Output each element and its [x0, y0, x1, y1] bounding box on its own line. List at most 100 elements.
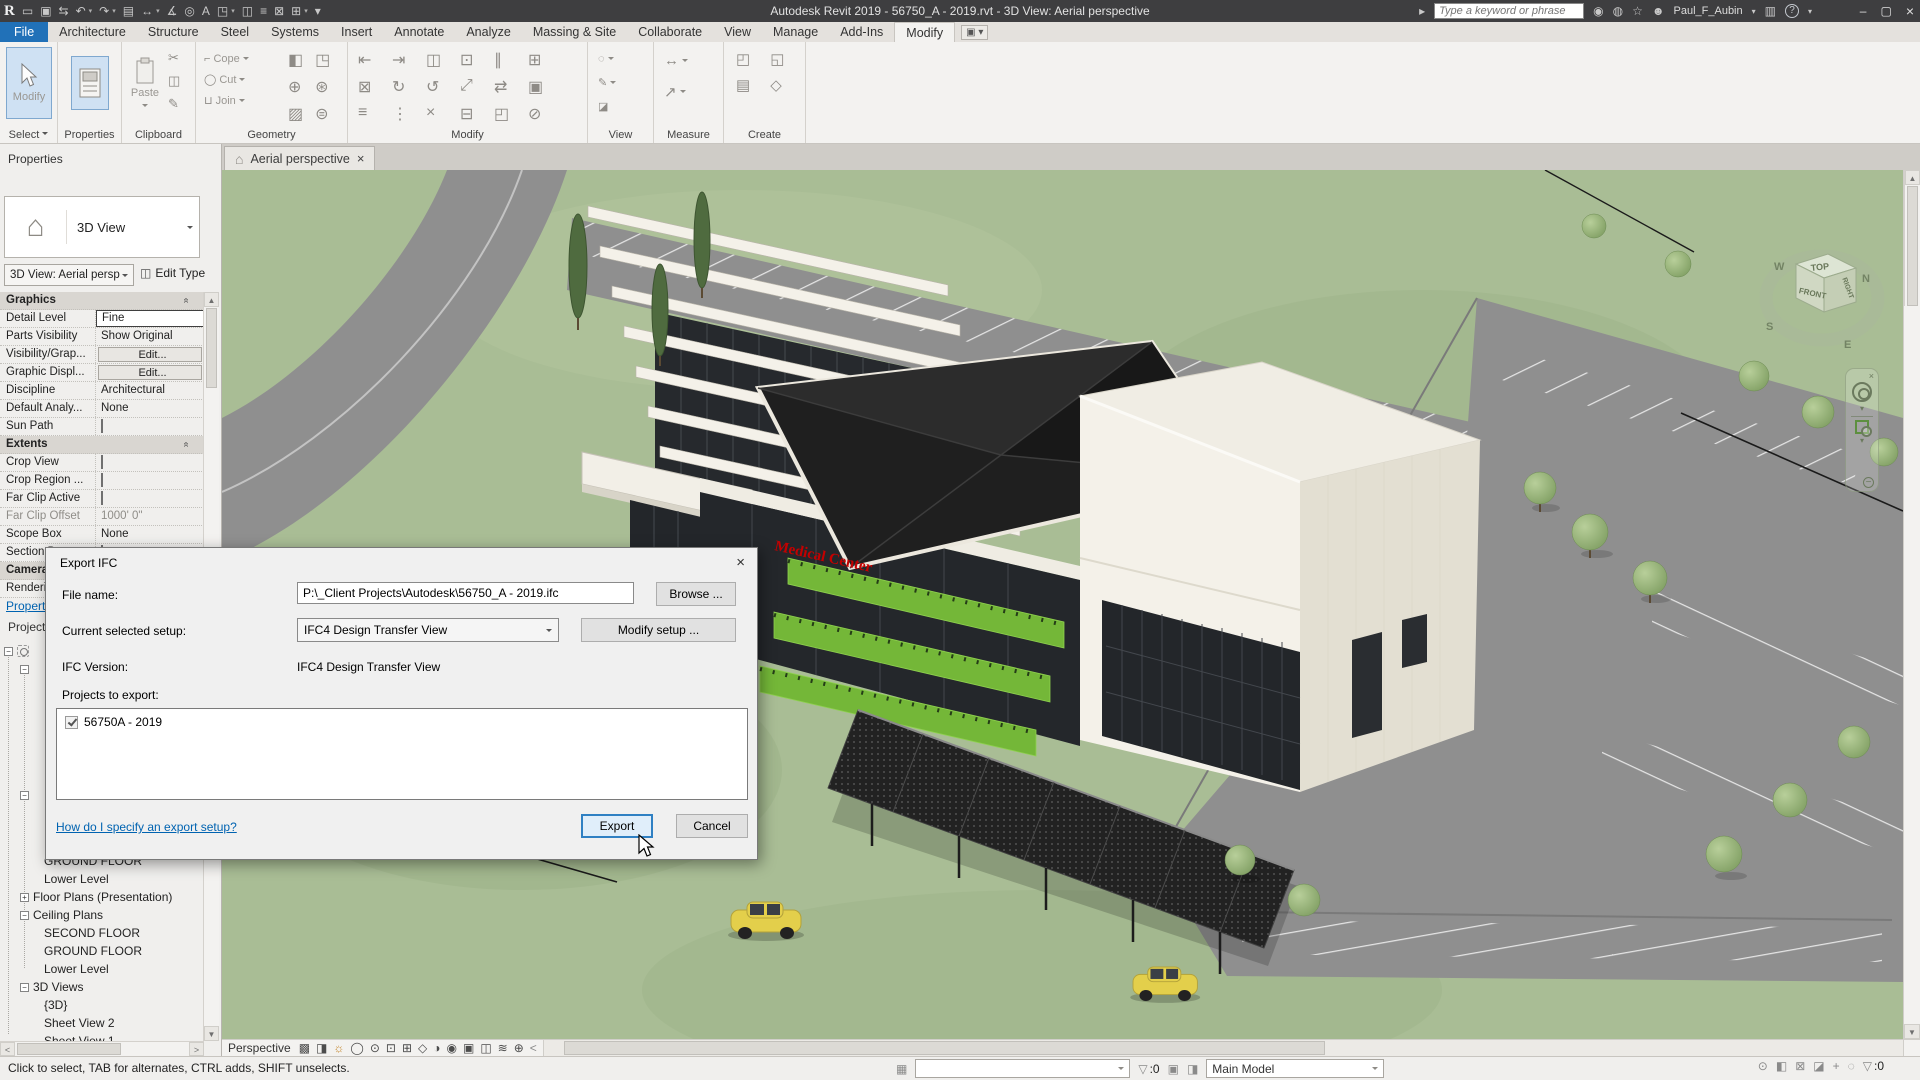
mirror-pick-icon[interactable]: ⊡ [460, 50, 476, 70]
prop-row-far-clip-offset[interactable]: Far Clip Offset1000' 0" [0, 508, 204, 526]
browser-h-scrollbar[interactable]: <> [0, 1041, 204, 1056]
tab-manage[interactable]: Manage [762, 22, 829, 42]
navbar-collapse-icon[interactable]: − [1863, 477, 1874, 488]
tree-group-ceiling-plans[interactable]: −Ceiling Plans [20, 906, 103, 924]
background-process-icon[interactable]: ◌ [1848, 1059, 1855, 1073]
array-icon[interactable]: ⊞ [528, 50, 544, 70]
3d-view-dropdown-icon[interactable]: ▾ [231, 7, 235, 15]
search-input[interactable] [1434, 3, 1584, 19]
undo-dropdown-icon[interactable]: ▾ [89, 7, 93, 15]
worksharing-display-icon[interactable]: ▣ [463, 1041, 474, 1055]
tree-item-second-floor[interactable]: SECOND FLOOR [44, 924, 140, 942]
prop-row-detail-level[interactable]: Detail LevelFine [0, 310, 204, 328]
render-icon[interactable]: ⊙ [370, 1041, 380, 1055]
tree-group-3d-views[interactable]: −3D Views [20, 978, 83, 996]
align-icon[interactable]: ⇤ [358, 50, 374, 70]
scale-icon[interactable]: ⤢ [460, 77, 476, 97]
tab-massing-site[interactable]: Massing & Site [522, 22, 627, 42]
sync-with-central-icon[interactable]: ⇆ [59, 0, 69, 22]
split-with-gap-icon[interactable]: ⊟ [460, 104, 476, 124]
panel-select-label[interactable]: Select [0, 129, 57, 141]
rotate-icon[interactable]: ↻ [392, 77, 408, 97]
setup-select[interactable]: IFC4 Design Transfer View [297, 618, 559, 642]
edit-type-button[interactable]: ◫ Edit Type [140, 266, 205, 280]
paste-button[interactable]: Paste [127, 48, 163, 118]
scale-perspective-label[interactable]: Perspective [228, 1041, 291, 1055]
tab-file[interactable]: File [0, 22, 48, 42]
trim-extend-icon[interactable]: ↺ [426, 77, 442, 97]
demolish-icon[interactable]: ◳ [315, 50, 330, 70]
tree-item-sheet-view-2[interactable]: Sheet View 2 [44, 1014, 115, 1032]
tag-by-category-icon[interactable]: ◎ [184, 0, 194, 22]
create-group-icon[interactable]: ◰ [736, 50, 750, 68]
reveal-hidden-elements-icon[interactable]: ◉ [447, 1041, 457, 1055]
design-option-select[interactable]: Main Model [1206, 1059, 1384, 1078]
beam-joins-icon[interactable]: ⊕ [288, 77, 303, 97]
active-workset-select[interactable] [915, 1059, 1130, 1078]
tree-root-node[interactable]: − [4, 642, 33, 660]
prop-row-far-clip-active[interactable]: Far Clip Active [0, 490, 204, 508]
shadows-icon[interactable]: ◯ [350, 1041, 363, 1055]
selection-filter-icon[interactable]: ▽ [1863, 1059, 1872, 1073]
pin-icon[interactable]: ▣ [528, 77, 544, 97]
join-geometry-button[interactable]: ⊔Join [204, 92, 249, 109]
temporary-hide-isolate-icon[interactable]: ◑ [433, 1041, 440, 1055]
select-underlay-icon[interactable]: ◧ [1776, 1059, 1787, 1073]
navbar-close-icon[interactable]: × [1869, 371, 1874, 381]
file-name-input[interactable] [297, 582, 634, 604]
tab-addins[interactable]: Add-Ins [829, 22, 894, 42]
tree-item-lower-level[interactable]: Lower Level [44, 960, 109, 978]
restore-button[interactable]: ▢ [1880, 4, 1891, 18]
open-icon[interactable]: ▭ [22, 0, 33, 22]
favorites-icon[interactable]: ☆ [1632, 4, 1643, 18]
displace-elements-button[interactable]: ◪ [598, 98, 616, 115]
rendering-dialog-icon[interactable]: ◨ [316, 1041, 327, 1055]
print-icon[interactable]: ▤ [123, 0, 134, 22]
panel-context-dropdown[interactable]: ▣ ▾ [961, 25, 988, 40]
zoom-dropdown-icon[interactable]: ▾ [1860, 436, 1864, 445]
cut-to-clipboard-icon[interactable]: ✂ [168, 50, 180, 66]
measure-distance-button[interactable]: ↔ [664, 52, 688, 69]
properties-palette-button[interactable] [71, 56, 109, 110]
create-assembly-icon[interactable]: ▤ [736, 76, 750, 94]
panel-properties-label[interactable]: Properties [58, 129, 121, 141]
select-by-face-icon[interactable]: ◪ [1813, 1059, 1824, 1073]
measure-icon[interactable]: ↔ [141, 0, 153, 22]
prop-row-visibility-graphics[interactable]: Visibility/Grap...Edit... [0, 346, 204, 364]
customize-qat-icon[interactable]: ▾ [315, 0, 321, 22]
view-tab-close-icon[interactable]: × [357, 151, 365, 166]
prop-row-crop-region[interactable]: Crop Region ... [0, 472, 204, 490]
unjoin-icon[interactable]: ▨ [288, 104, 303, 124]
reveal-constraints-icon[interactable]: ⊕ [514, 1041, 524, 1055]
browse-button[interactable]: Browse ... [656, 582, 736, 606]
modify-setup-button[interactable]: Modify setup ... [581, 618, 736, 642]
workset-filter-icon[interactable]: ▽ [1138, 1062, 1147, 1076]
redo-icon[interactable]: ↷ [99, 0, 109, 22]
crop-view-checkbox[interactable] [101, 455, 103, 469]
section-extents[interactable]: Extents« [0, 436, 204, 454]
cancel-button[interactable]: Cancel [676, 814, 748, 838]
switch-windows-icon[interactable]: ⊞ [291, 0, 301, 22]
project-checkbox[interactable] [65, 716, 78, 729]
tab-steel[interactable]: Steel [210, 22, 261, 42]
split-face-icon[interactable]: ⊛ [315, 77, 330, 97]
section-graphics[interactable]: Graphics« [0, 292, 204, 310]
match-type-icon[interactable]: ✎ [168, 96, 180, 112]
user-dropdown-icon[interactable]: ▾ [1752, 7, 1756, 16]
prop-row-parts-visibility[interactable]: Parts VisibilityShow Original [0, 328, 204, 346]
select-pinned-icon[interactable]: ⊠ [1795, 1059, 1805, 1073]
undo-icon[interactable]: ↶ [76, 0, 86, 22]
close-button[interactable]: × [1906, 3, 1914, 19]
export-setup-help-link[interactable]: How do I specify an export setup? [56, 820, 237, 834]
tab-architecture[interactable]: Architecture [48, 22, 137, 42]
paint-icon[interactable]: ⊜ [315, 104, 330, 124]
prop-row-scope-box[interactable]: Scope BoxNone [0, 526, 204, 544]
help-icon[interactable]: ? [1785, 4, 1799, 18]
viewcube-top[interactable]: TOP [1810, 261, 1829, 273]
tab-modify[interactable]: Modify [894, 22, 955, 42]
crop-region-checkbox[interactable] [101, 473, 103, 487]
sun-path-icon[interactable]: ☼ [333, 1041, 344, 1055]
measure-angle-button[interactable]: ↗ [664, 83, 688, 100]
editable-only-icon[interactable]: ▣ [1168, 1062, 1179, 1076]
type-selector[interactable]: ⌂ 3D View [4, 196, 200, 258]
